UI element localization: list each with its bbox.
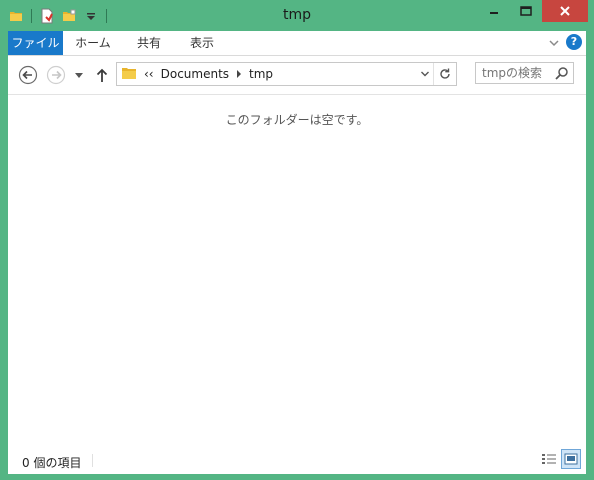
ribbon-collapse-icon[interactable] [548, 37, 560, 52]
help-icon[interactable]: ? [566, 34, 582, 50]
breadcrumb-overflow[interactable]: ‹‹ [144, 67, 154, 81]
forward-icon [46, 65, 66, 85]
refresh-button[interactable] [433, 63, 456, 85]
address-bar[interactable]: ‹‹ Documents tmp [116, 62, 457, 86]
folder-icon [121, 65, 137, 84]
title-bar: tmp [0, 0, 594, 31]
minimize-icon [490, 12, 498, 14]
tab-file[interactable]: ファイル [8, 31, 63, 55]
chevron-down-icon [421, 71, 429, 77]
tab-share[interactable]: 共有 [129, 31, 169, 55]
up-icon [96, 68, 108, 82]
window-controls [478, 0, 588, 22]
tab-home[interactable]: ホーム [71, 31, 115, 55]
address-dropdown-button[interactable] [416, 63, 434, 85]
close-icon [560, 6, 570, 16]
status-bar: 0 個の項目 [8, 446, 586, 474]
status-divider [92, 454, 93, 467]
close-button[interactable] [542, 0, 588, 22]
large-icons-view-button[interactable] [561, 449, 581, 469]
file-list-area[interactable]: このフォルダーは空です。 [8, 95, 586, 446]
back-button[interactable] [18, 65, 38, 85]
navigation-bar: ‹‹ Documents tmp [8, 56, 586, 95]
maximize-button[interactable] [510, 0, 542, 22]
item-count: 0 個の項目 [22, 456, 82, 470]
forward-button[interactable] [46, 65, 66, 85]
breadcrumb-chevron-icon[interactable] [236, 67, 242, 81]
large-icons-view-icon [564, 453, 578, 465]
empty-folder-message: このフォルダーは空です。 [225, 113, 369, 127]
refresh-icon [440, 68, 450, 79]
maximize-icon [520, 6, 532, 16]
minimize-button[interactable] [478, 0, 510, 22]
breadcrumb: ‹‹ Documents tmp [121, 63, 273, 85]
recent-locations-button[interactable] [72, 65, 86, 85]
breadcrumb-documents[interactable]: Documents [161, 67, 229, 81]
up-button[interactable] [92, 65, 112, 85]
search-input[interactable] [482, 65, 550, 81]
search-icon[interactable] [555, 66, 569, 83]
recent-locations-icon [75, 73, 83, 78]
details-view-button[interactable] [540, 451, 558, 469]
details-view-icon [542, 454, 556, 464]
explorer-window: tmp ファイル ホーム 共有 表示 ? ‹‹ Documents tmp tm… [0, 0, 594, 480]
breadcrumb-tmp[interactable]: tmp [249, 67, 273, 81]
back-icon [18, 65, 38, 85]
tab-view[interactable]: 表示 [182, 31, 222, 55]
ribbon-tab-strip: ファイル ホーム 共有 表示 ? [8, 31, 586, 56]
search-box[interactable] [475, 62, 574, 84]
